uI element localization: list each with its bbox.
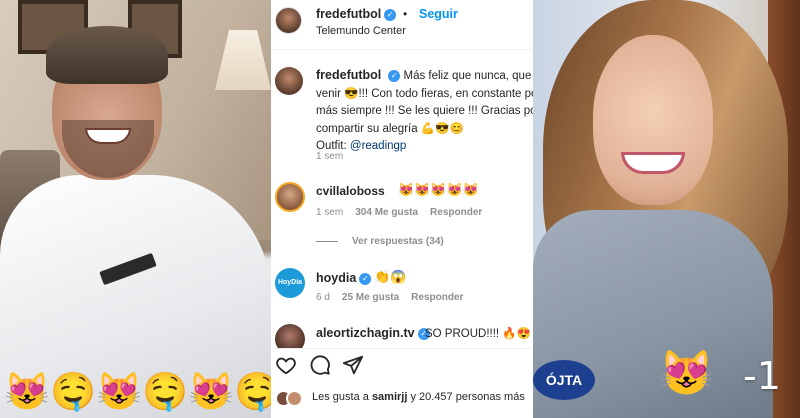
outfit-mention-link[interactable]: @readingp: [350, 140, 406, 152]
view-replies-button[interactable]: Ver respuestas (34): [316, 236, 444, 247]
reply-button[interactable]: Responder: [411, 292, 463, 303]
emoji-sticker: 😻: [659, 349, 714, 398]
left-photo: 😻🤤😻🤤😻🤤: [0, 0, 271, 418]
comment-text: 👏😱: [374, 269, 407, 284]
share-icon[interactable]: [342, 354, 364, 376]
comment-text: SO PROUD!!!! 🔥😍: [425, 328, 531, 340]
liker-avatar[interactable]: [286, 390, 303, 407]
post-header: fredefutbol ✓ • Seguir Telemundo Center: [271, 0, 533, 50]
comment-icon[interactable]: [309, 354, 331, 376]
emoji-sticker-row: 😻🤤😻🤤😻🤤: [4, 371, 271, 412]
comment-username[interactable]: cvillaloboss: [316, 184, 385, 198]
commenter-avatar[interactable]: HoyDía: [275, 268, 305, 298]
caption-username[interactable]: fredefutbol: [316, 68, 381, 82]
username[interactable]: hoydia: [316, 271, 356, 285]
comment-text: 😻😻😻😻😻: [398, 182, 479, 197]
post-author-name[interactable]: fredefutbol ✓: [316, 7, 397, 21]
verified-icon: ✓: [359, 272, 372, 285]
location-link[interactable]: Telemundo Center: [316, 25, 406, 37]
hoodie-badge: ÓJTA: [533, 360, 595, 400]
liker-username-link[interactable]: samirjj: [372, 391, 407, 403]
heart-icon[interactable]: [275, 354, 297, 376]
comment-timestamp: 1 sem: [316, 207, 344, 218]
reply-button[interactable]: Responder: [430, 207, 482, 218]
right-photo: ÓJTA 😻 -1: [533, 0, 800, 418]
likes-prefix: Les gusta a: [312, 391, 369, 403]
username[interactable]: aleortizchagin.tv: [316, 326, 415, 340]
comment-meta: 1 sem 304 Me gusta Responder: [316, 207, 494, 218]
woman-face: [593, 35, 713, 205]
likes-text: Les gusta a samirjj y 20.457 personas má…: [312, 391, 525, 403]
caption-timestamp: 1 sem: [316, 151, 344, 162]
comment-username[interactable]: aleortizchagin.tv ✓: [316, 326, 430, 340]
comment-meta: 6 d 25 Me gusta Responder: [316, 292, 475, 303]
likes-summary: Les gusta a samirjj y 20.457 personas má…: [271, 384, 533, 418]
comment-username[interactable]: hoydia ✓: [316, 271, 372, 285]
post-caption: fredefutbol✓ Más feliz que nunca, que po…: [316, 67, 533, 156]
comment-timestamp: 6 d: [316, 292, 330, 303]
caption-author-avatar[interactable]: [275, 67, 303, 95]
separator-dot: •: [403, 7, 408, 21]
verified-icon: ✓: [388, 69, 401, 82]
screenshot: 😻🤤😻🤤😻🤤 fredefutbol ✓ • Seguir Telemundo C…: [0, 0, 800, 418]
comment-likes[interactable]: 25 Me gusta: [342, 292, 399, 303]
follow-button[interactable]: Seguir: [419, 7, 458, 21]
verified-icon: ✓: [384, 8, 397, 21]
likes-count[interactable]: y 20.457 personas más: [410, 391, 524, 403]
action-bar: [271, 348, 533, 380]
commenter-avatar[interactable]: [275, 182, 305, 212]
liker-avatars: [275, 390, 305, 408]
instagram-post-panel: fredefutbol ✓ • Seguir Telemundo Center f…: [271, 0, 533, 418]
man-hair: [46, 26, 168, 84]
comment-likes[interactable]: 304 Me gusta: [355, 207, 418, 218]
username[interactable]: fredefutbol: [316, 7, 381, 21]
sticker-number: -1: [743, 354, 781, 398]
post-author-avatar[interactable]: [275, 7, 302, 34]
